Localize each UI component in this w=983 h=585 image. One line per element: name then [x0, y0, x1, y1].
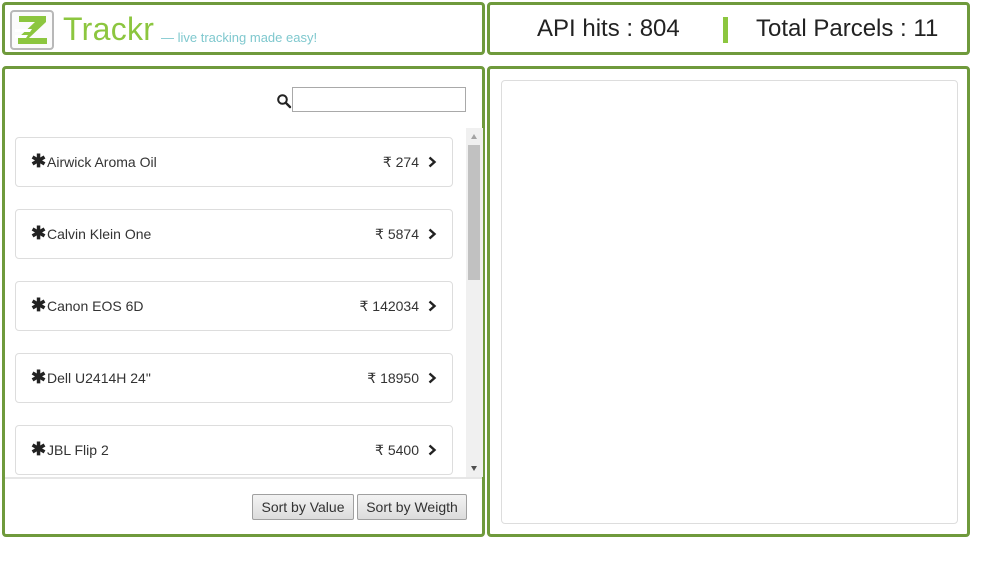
parcel-list-panel: ✱ Airwick Aroma Oil ₹ 274 ✱ Calvin Klein… [2, 66, 485, 537]
list-item[interactable]: ✱ JBL Flip 2 ₹ 5400 [15, 425, 453, 475]
total-parcels-stat: Total Parcels : 11 [756, 15, 939, 42]
search-input[interactable] [292, 87, 466, 112]
asterisk-icon: ✱ [31, 223, 47, 243]
parcel-name: Dell U2414H 24" [47, 370, 151, 386]
parcel-price: ₹ 18950 [367, 370, 419, 386]
asterisk-icon: ✱ [31, 151, 47, 171]
chevron-right-icon[interactable] [427, 444, 437, 456]
api-hits-stat: API hits : 804 [537, 15, 680, 42]
list-scrollbar[interactable] [466, 128, 483, 477]
parcel-name: Canon EOS 6D [47, 298, 144, 314]
parcel-price: ₹ 5400 [375, 442, 419, 458]
detail-content-area [501, 80, 958, 524]
stats-divider [723, 17, 728, 43]
parcel-price: ₹ 274 [382, 154, 419, 170]
parcel-list[interactable]: ✱ Airwick Aroma Oil ₹ 274 ✱ Calvin Klein… [5, 128, 482, 477]
list-item[interactable]: ✱ Airwick Aroma Oil ₹ 274 [15, 137, 453, 187]
brand-name: Trackr [63, 11, 155, 47]
scroll-up-arrow-icon[interactable] [471, 134, 477, 139]
parcel-name: Airwick Aroma Oil [47, 154, 157, 170]
list-item[interactable]: ✱ Calvin Klein One ₹ 5874 [15, 209, 453, 259]
chevron-right-icon[interactable] [427, 300, 437, 312]
list-item[interactable]: ✱ Dell U2414H 24" ₹ 18950 [15, 353, 453, 403]
parcel-price: ₹ 142034 [359, 298, 419, 314]
logo-icon [10, 10, 54, 50]
asterisk-icon: ✱ [31, 367, 47, 387]
scroll-thumb[interactable] [468, 145, 480, 280]
scroll-down-arrow-icon[interactable] [471, 466, 477, 471]
brand-tagline: — live tracking made easy! [161, 30, 318, 45]
stats-panel: API hits : 804 Total Parcels : 11 [487, 2, 970, 55]
chevron-right-icon[interactable] [427, 372, 437, 384]
brand-panel: Trackr — live tracking made easy! [2, 2, 485, 55]
asterisk-icon: ✱ [31, 295, 47, 315]
search-icon[interactable] [276, 93, 292, 109]
parcel-detail-panel [487, 66, 970, 537]
list-footer-divider [5, 477, 482, 479]
parcel-name: Calvin Klein One [47, 226, 152, 242]
asterisk-icon: ✱ [31, 439, 47, 459]
parcel-name: JBL Flip 2 [47, 442, 109, 458]
sort-by-value-button[interactable]: Sort by Value [252, 494, 354, 520]
sort-by-weight-button[interactable]: Sort by Weigth [357, 494, 467, 520]
parcel-price: ₹ 5874 [375, 226, 419, 242]
chevron-right-icon[interactable] [427, 156, 437, 168]
chevron-right-icon[interactable] [427, 228, 437, 240]
list-item[interactable]: ✱ Canon EOS 6D ₹ 142034 [15, 281, 453, 331]
